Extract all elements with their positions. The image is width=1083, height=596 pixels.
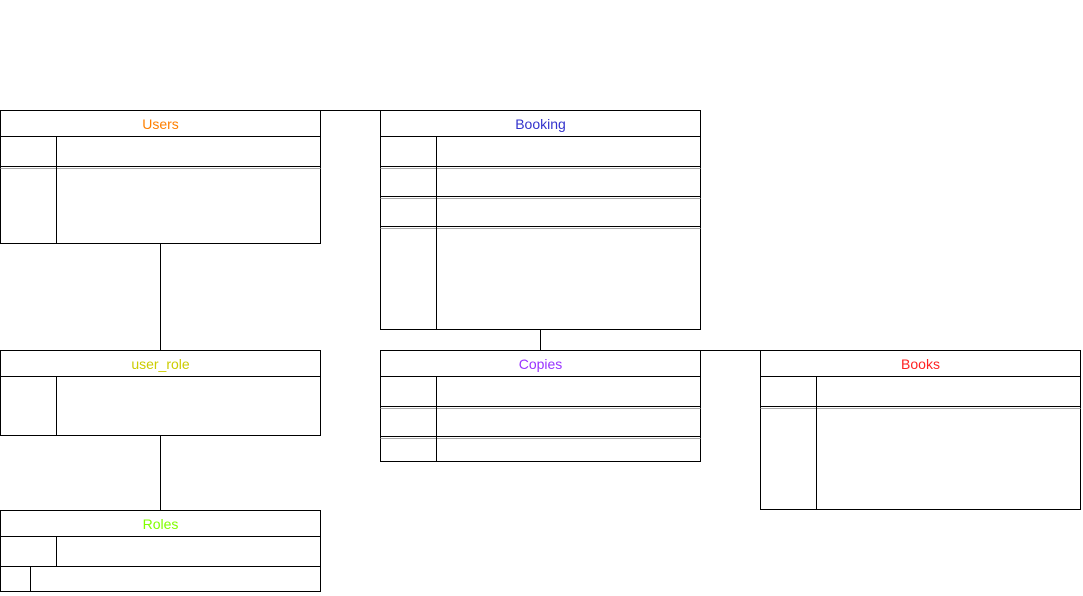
er-diagram: Users Booking user_role Copies Books Rol… xyxy=(0,110,1081,592)
table-roles-title: Roles xyxy=(143,516,179,532)
table-books-title: Books xyxy=(901,356,940,372)
table-users[interactable]: Users xyxy=(0,110,321,244)
table-copies[interactable]: Copies xyxy=(380,350,701,462)
table-copies-title: Copies xyxy=(519,356,563,372)
table-booking-frame xyxy=(380,110,701,330)
table-books[interactable]: Books xyxy=(760,350,1081,510)
table-user-role-title: user_role xyxy=(131,356,190,372)
table-roles[interactable]: Roles xyxy=(0,510,321,592)
table-user-role[interactable]: user_role xyxy=(0,350,321,436)
table-booking[interactable]: Booking xyxy=(380,110,701,330)
table-users-title: Users xyxy=(142,116,179,132)
table-books-frame xyxy=(760,350,1081,510)
table-booking-title: Booking xyxy=(515,116,566,132)
